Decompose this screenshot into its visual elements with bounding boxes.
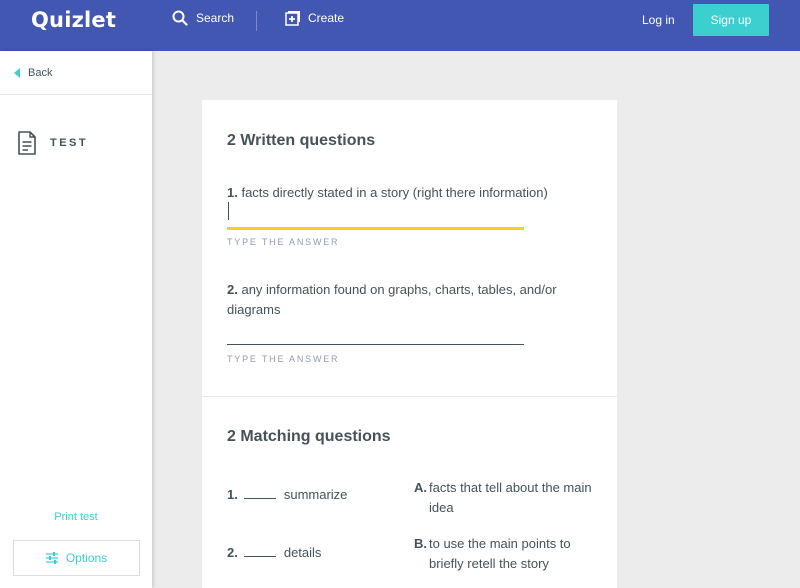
matching-question-2: 2. details [227, 545, 321, 560]
document-icon [18, 131, 36, 155]
print-test-link[interactable]: Print test [0, 511, 152, 523]
match-blank-2[interactable] [243, 545, 276, 557]
written-question-2: 2. any information found on graphs, char… [227, 280, 567, 320]
top-navigation-bar: Quizlet Search Create Log in Sign up [0, 0, 800, 51]
search-icon [172, 10, 188, 26]
sliders-icon [45, 552, 58, 564]
nav-divider [256, 11, 257, 31]
matching-answer-b: B. to use the main points to briefly ret… [414, 534, 604, 574]
matching-question-1: 1. summarize [227, 487, 347, 502]
answer-letter: A. [414, 480, 427, 495]
matching-answer-a: A. facts that tell about the main idea [414, 478, 604, 518]
question-number: 2. [227, 545, 238, 560]
written-question-1: 1. facts directly stated in a story (rig… [227, 183, 567, 203]
quizlet-logo[interactable]: Quizlet [31, 8, 116, 32]
answer-hint-1: TYPE THE ANSWER [227, 237, 340, 247]
login-link[interactable]: Log in [642, 13, 675, 27]
question-text: facts directly stated in a story (right … [241, 185, 548, 200]
search-button[interactable]: Search [172, 10, 234, 26]
question-number: 1. [227, 185, 238, 200]
question-text: any information found on graphs, charts,… [227, 282, 557, 317]
search-label: Search [196, 11, 235, 25]
written-section-title: 2 Written questions [227, 132, 376, 149]
answer-letter: B. [414, 536, 427, 551]
question-number: 1. [227, 487, 238, 502]
text-cursor [228, 202, 229, 220]
question-text: summarize [283, 487, 348, 502]
create-label: Create [308, 11, 345, 25]
create-button[interactable]: Create [285, 10, 344, 26]
question-number: 2. [227, 282, 238, 297]
options-button[interactable]: Options [13, 540, 140, 576]
answer-input-1[interactable] [227, 227, 524, 230]
sidebar-item-test[interactable]: TEST [17, 131, 88, 155]
signup-button[interactable]: Sign up [693, 4, 769, 36]
back-label: Back [28, 67, 53, 79]
sidebar-item-label: TEST [50, 137, 89, 149]
test-card: 2 Written questions 1. facts directly st… [202, 100, 617, 588]
sidebar: Back TEST Print test Options [0, 51, 152, 588]
sidebar-divider [0, 94, 152, 95]
back-button[interactable]: Back [14, 67, 52, 79]
answer-text: facts that tell about the main idea [429, 480, 592, 515]
match-blank-1[interactable] [243, 487, 276, 499]
options-label: Options [65, 551, 108, 565]
matching-section-title: 2 Matching questions [227, 428, 391, 445]
question-text: details [283, 545, 322, 560]
answer-hint-2: TYPE THE ANSWER [227, 354, 340, 364]
create-plus-icon [285, 11, 300, 26]
answer-text: to use the main points to briefly retell… [429, 536, 571, 571]
answer-input-2[interactable] [227, 344, 524, 345]
chevron-left-icon [14, 68, 20, 78]
section-divider [202, 396, 617, 397]
